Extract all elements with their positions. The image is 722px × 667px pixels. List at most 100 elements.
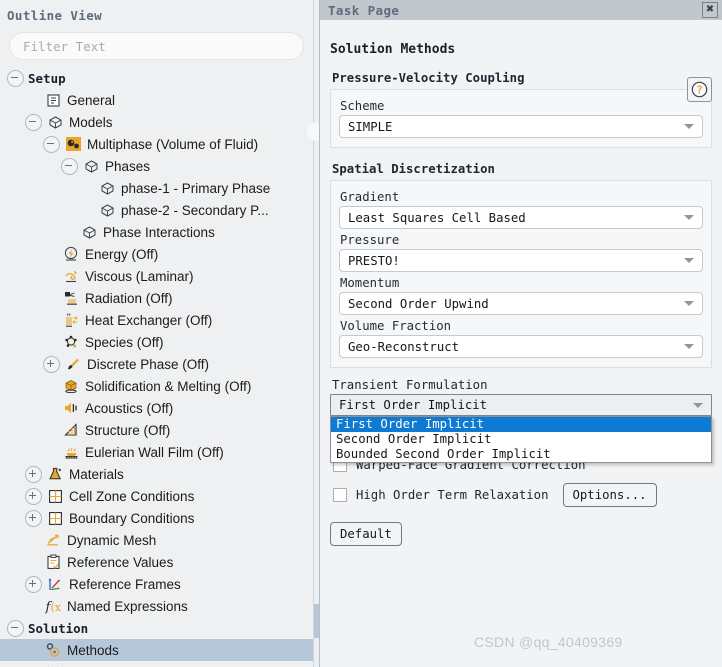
expand-icon[interactable] <box>25 575 42 593</box>
tree-item-methods[interactable]: Methods <box>0 639 313 661</box>
momentum-dropdown[interactable]: Second Order Upwind <box>339 292 703 315</box>
tree-item-eulerian-wall-film-off[interactable]: Eulerian Wall Film (Off) <box>0 441 313 463</box>
tree-item-label: Methods <box>67 642 119 658</box>
tree-item-label: Radiation (Off) <box>85 290 173 306</box>
transient-formulation-dropdown[interactable]: First Order Implicit <box>330 394 712 416</box>
momentum-label: Momentum <box>340 276 400 290</box>
tree-item-label: Models <box>69 114 113 130</box>
tree-item-reference-frames[interactable]: Reference Frames <box>0 573 313 595</box>
tree-item-label: Eulerian Wall Film (Off) <box>85 444 224 460</box>
dropdown-option[interactable]: Second Order Implicit <box>331 432 711 447</box>
high-order-term-relaxation-row: High Order Term Relaxation Options... <box>330 482 712 507</box>
pressure-value: PRESTO! <box>348 253 400 268</box>
expand-icon[interactable] <box>25 465 42 483</box>
collapse-icon[interactable] <box>7 619 24 637</box>
close-icon[interactable]: ✖ <box>702 2 718 18</box>
collapse-icon[interactable] <box>7 69 24 87</box>
collapse-icon[interactable] <box>43 135 60 153</box>
tree-item-viscous-laminar[interactable]: Viscous (Laminar) <box>0 265 313 287</box>
tree-item-controls[interactable]: Controls <box>0 661 313 667</box>
watermark: CSDN @qq_40409369 <box>474 634 623 650</box>
tree-item-multiphase-volume-of-fluid[interactable]: Multiphase (Volume of Fluid) <box>0 133 313 155</box>
cube-icon <box>98 201 116 219</box>
tree-item-dynamic-mesh[interactable]: Dynamic Mesh <box>0 529 313 551</box>
tree-item-phase-1-primary-phase[interactable]: phase-1 - Primary Phase <box>0 177 313 199</box>
scheme-value: SIMPLE <box>348 119 393 134</box>
tree-item-cell-zone-conditions[interactable]: Cell Zone Conditions <box>0 485 313 507</box>
tree-toggle-spacer <box>43 247 58 262</box>
tree-item-radiation-off[interactable]: Radiation (Off) <box>0 287 313 309</box>
tree-item-reference-values[interactable]: Reference Values <box>0 551 313 573</box>
tree-item-label: Phases <box>105 158 151 174</box>
tree-item-setup[interactable]: Setup <box>0 67 313 89</box>
viscous-icon <box>62 267 80 285</box>
fx-icon: f(x) <box>44 597 62 615</box>
expand-icon[interactable] <box>43 355 60 373</box>
tree-toggle-spacer <box>43 291 58 306</box>
volume-fraction-dropdown[interactable]: Geo-Reconstruct <box>339 335 703 358</box>
help-icon[interactable]: ? <box>687 77 712 102</box>
tree-item-energy-off[interactable]: Energy (Off) <box>0 243 313 265</box>
tree-item-structure-off[interactable]: Structure (Off) <box>0 419 313 441</box>
tree-item-phase-2-secondary-p[interactable]: phase-2 - Secondary P... <box>0 199 313 221</box>
methods-icon <box>44 641 62 659</box>
collapse-icon[interactable] <box>61 157 78 175</box>
high-order-term-relaxation-checkbox[interactable] <box>333 487 347 502</box>
tree-toggle-spacer <box>43 401 58 416</box>
controls-icon <box>44 663 62 667</box>
outline-tree: Setup General Models Multiphase (Volume of … <box>0 67 313 667</box>
dropdown-option[interactable]: Bounded Second Order Implicit <box>331 447 711 462</box>
tree-item-phase-interactions[interactable]: Phase Interactions <box>0 221 313 243</box>
task-page-body: Solution Methods ? Pressure-Velocity Cou… <box>320 42 722 546</box>
transient-formulation-label: Transient Formulation <box>332 378 488 392</box>
tree-item-named-expressions[interactable]: f(x) Named Expressions <box>0 595 313 617</box>
tree-item-general[interactable]: General <box>0 89 313 111</box>
tree-item-label: Phase Interactions <box>103 224 215 240</box>
tree-toggle-spacer <box>43 313 58 328</box>
tree-item-label: Cell Zone Conditions <box>69 488 195 504</box>
default-button-row: Default <box>330 522 712 546</box>
tree-item-label: phase-1 - Primary Phase <box>121 180 271 196</box>
tree-item-solidification-melting-off[interactable]: Solidification & Melting (Off) <box>0 375 313 397</box>
expand-icon[interactable] <box>25 509 42 527</box>
tree-item-models[interactable]: Models <box>0 111 313 133</box>
cube-icon <box>98 179 116 197</box>
tree-item-solution[interactable]: Solution <box>0 617 313 639</box>
scheme-dropdown[interactable]: SIMPLE <box>339 115 703 138</box>
default-button[interactable]: Default <box>330 522 402 546</box>
tree-item-label: Discrete Phase (Off) <box>87 356 210 372</box>
tree-toggle-spacer <box>43 335 58 350</box>
tree-item-label: Setup <box>28 70 66 86</box>
chevron-down-icon <box>684 258 694 263</box>
tree-item-heat-exchanger-off[interactable]: Heat Exchanger (Off) <box>0 309 313 331</box>
tree-item-species-off[interactable]: Species (Off) <box>0 331 313 353</box>
gradient-dropdown[interactable]: Least Squares Cell Based <box>339 206 703 229</box>
tree-toggle-spacer <box>79 181 94 196</box>
options-button[interactable]: Options... <box>562 482 657 507</box>
spatial-discretization-group: Gradient Least Squares Cell Based Pressure… <box>330 180 712 368</box>
tree-item-label: Structure (Off) <box>85 422 171 438</box>
expand-icon[interactable] <box>25 487 42 505</box>
acoustics-icon <box>62 399 80 417</box>
tree-toggle-spacer <box>25 643 40 658</box>
dropdown-option[interactable]: First Order Implicit <box>331 417 711 432</box>
cube-icon <box>82 157 100 175</box>
chevron-down-icon <box>684 301 694 306</box>
filter-text-input[interactable]: Filter Text <box>9 32 304 60</box>
dynamic-mesh-icon <box>44 531 62 549</box>
pressure-dropdown[interactable]: PRESTO! <box>339 249 703 272</box>
spatial-discretization-section-label: Spatial Discretization <box>332 162 495 176</box>
collapse-icon[interactable] <box>25 113 42 131</box>
pressure-velocity-section-label: Pressure-Velocity Coupling <box>332 71 525 85</box>
species-icon <box>62 333 80 351</box>
tree-item-label: Boundary Conditions <box>69 510 195 526</box>
tree-toggle-spacer <box>25 555 40 570</box>
svg-text:?: ? <box>696 84 702 96</box>
tree-item-boundary-conditions[interactable]: Boundary Conditions <box>0 507 313 529</box>
tree-item-acoustics-off[interactable]: Acoustics (Off) <box>0 397 313 419</box>
task-page-panel: Task Page ✖ Solution Methods ? Pressure-… <box>319 0 722 667</box>
tree-item-phases[interactable]: Phases <box>0 155 313 177</box>
chevron-down-icon <box>684 124 694 129</box>
tree-item-materials[interactable]: Materials <box>0 463 313 485</box>
tree-item-discrete-phase-off[interactable]: Discrete Phase (Off) <box>0 353 313 375</box>
